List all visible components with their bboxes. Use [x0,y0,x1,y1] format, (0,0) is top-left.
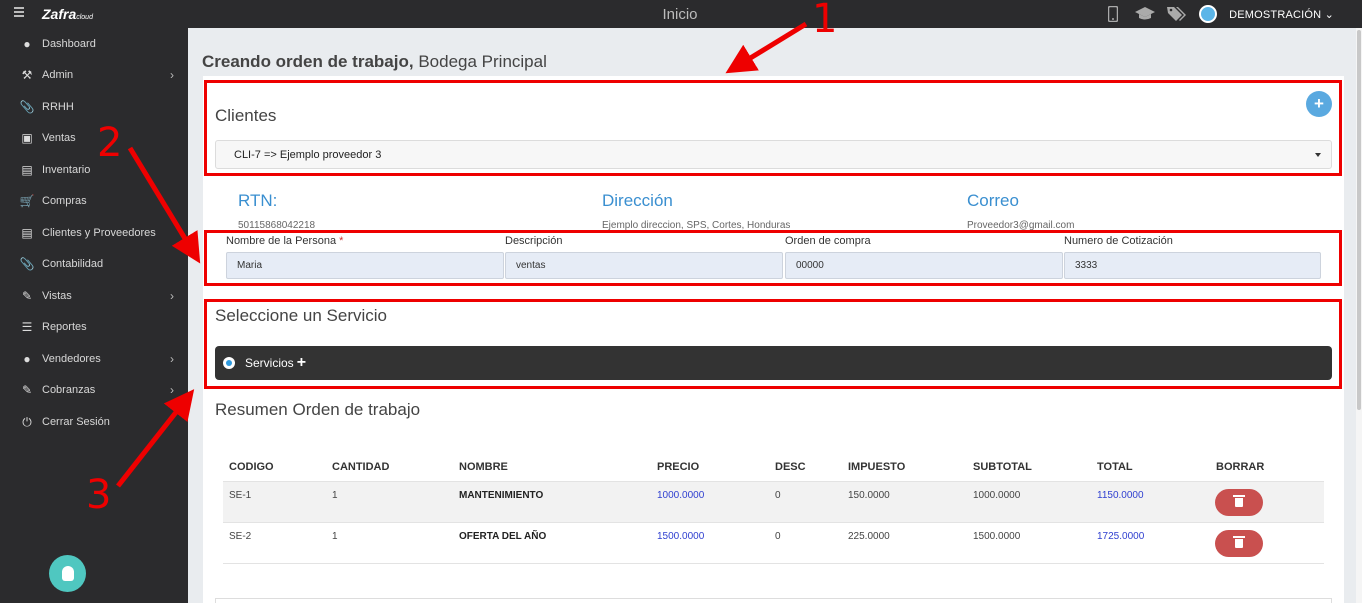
arrow-2 [127,146,201,264]
arrow-3 [116,389,195,488]
annotation-arrows [116,21,808,488]
arrow-1 [725,21,808,74]
